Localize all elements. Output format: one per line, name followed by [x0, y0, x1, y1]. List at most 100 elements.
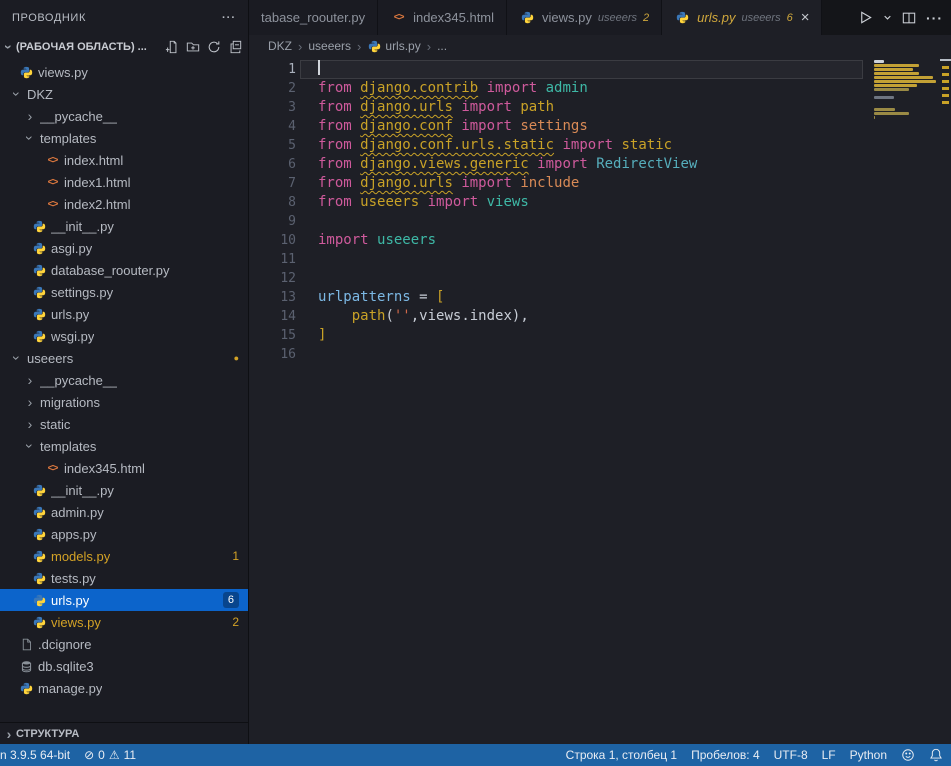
indentation[interactable]: Пробелов: 4: [691, 748, 760, 762]
explorer-sidebar: ПРОВОДНИК ··· › (РАБОЧАЯ ОБЛАСТЬ) ... vi…: [0, 0, 249, 744]
tab-index345.html[interactable]: <>index345.html: [378, 0, 507, 35]
language-mode[interactable]: Python: [850, 748, 887, 762]
tree-file-database_roouter.py[interactable]: database_roouter.py: [0, 259, 248, 281]
breadcrumb-item-urls.py[interactable]: urls.py: [367, 39, 420, 53]
error-icon: ⊘: [84, 748, 94, 762]
python-icon: [31, 484, 48, 497]
tree-file-tests.py[interactable]: tests.py: [0, 567, 248, 589]
encoding[interactable]: UTF-8: [774, 748, 808, 762]
tree-folder-templates[interactable]: ›templates: [0, 127, 248, 149]
new-folder-icon[interactable]: [186, 40, 200, 54]
feedback-icon[interactable]: [901, 748, 915, 762]
tab-urls.py[interactable]: urls.pyuseeers6×: [662, 0, 822, 35]
minimap[interactable]: [874, 60, 938, 123]
file-name: apps.py: [51, 527, 97, 542]
eol[interactable]: LF: [822, 748, 836, 762]
run-dropdown-icon[interactable]: [883, 13, 892, 22]
tree-folder-useeers[interactable]: ›useeers●: [0, 347, 248, 369]
tree-file-db.sqlite3[interactable]: db.sqlite3: [0, 655, 248, 677]
code-token: ]: [318, 327, 326, 343]
code-line-3: 3from django.urls import path: [249, 98, 951, 117]
tab-tabase_roouter.py[interactable]: tabase_roouter.py: [249, 0, 378, 35]
chevron-right-icon: ›: [23, 109, 37, 123]
tree-file-apps.py[interactable]: apps.py: [0, 523, 248, 545]
breadcrumb-item-...[interactable]: ...: [437, 39, 447, 53]
python-icon: [31, 528, 48, 541]
tree-file-urls.py[interactable]: urls.py: [0, 303, 248, 325]
code-line-6: 6from django.views.generic import Redire…: [249, 155, 951, 174]
tree-file-index.html[interactable]: <>index.html: [0, 149, 248, 171]
python-icon: [367, 40, 381, 53]
ruler-warning-mark: [942, 66, 949, 69]
ruler-warning-mark: [942, 101, 949, 104]
minimap-line: [874, 84, 917, 87]
minimap-line: [874, 116, 875, 119]
code-token: urlpatterns: [318, 289, 411, 305]
code-editor[interactable]: 12from django.contrib import admin3from …: [249, 57, 951, 744]
python-interpreter[interactable]: n 3.9.5 64-bit: [0, 748, 70, 762]
line-text: import useeers: [318, 231, 436, 250]
tree-file-models.py[interactable]: models.py1: [0, 545, 248, 567]
tree-file-index2.html[interactable]: <>index2.html: [0, 193, 248, 215]
file-name: db.sqlite3: [38, 659, 94, 674]
tree-folder-DKZ[interactable]: ›DKZ: [0, 83, 248, 105]
file-name: admin.py: [51, 505, 104, 520]
tree-file-index345.html[interactable]: <>index345.html: [0, 457, 248, 479]
editor-actions: ···: [858, 0, 943, 35]
tree-file-manage.py[interactable]: manage.py: [0, 677, 248, 699]
tree-folder-__pycache__[interactable]: ›__pycache__: [0, 105, 248, 127]
file-name: views.py: [51, 615, 101, 630]
code-token: import: [428, 194, 479, 210]
tree-file-views.py[interactable]: views.py: [0, 61, 248, 83]
breadcrumb-item-DKZ[interactable]: DKZ: [268, 39, 292, 53]
tree-folder-templates[interactable]: ›templates: [0, 435, 248, 457]
breadcrumb-label: useeers: [308, 39, 351, 53]
tree-file-admin.py[interactable]: admin.py: [0, 501, 248, 523]
problems-indicator[interactable]: ⊘ 0 ⚠ 11: [84, 748, 136, 762]
chevron-right-icon: ›: [23, 373, 37, 387]
workspace-section-header[interactable]: › (РАБОЧАЯ ОБЛАСТЬ) ...: [0, 35, 248, 59]
breadcrumb-item-useeers[interactable]: useeers: [308, 39, 351, 53]
bell-icon[interactable]: [929, 748, 943, 762]
tree-file-index1.html[interactable]: <>index1.html: [0, 171, 248, 193]
panel-more-icon[interactable]: ···: [222, 12, 236, 24]
minimap-line: [874, 72, 919, 75]
breadcrumb-label: ...: [437, 39, 447, 53]
outline-section-header[interactable]: › СТРУКТУРА: [0, 722, 248, 744]
cursor-position[interactable]: Строка 1, столбец 1: [566, 748, 677, 762]
file-name: templates: [40, 439, 96, 454]
python-icon: [31, 330, 48, 343]
tree-file-views.py[interactable]: views.py2: [0, 611, 248, 633]
tree-file-__init__.py[interactable]: __init__.py: [0, 479, 248, 501]
more-actions-icon[interactable]: ···: [926, 10, 943, 26]
tab-list: tabase_roouter.py<>index345.htmlviews.py…: [249, 0, 822, 35]
refresh-icon[interactable]: [207, 40, 221, 54]
tab-views.py[interactable]: views.pyuseeers2: [507, 0, 662, 35]
tree-file-.dcignore[interactable]: .dcignore: [0, 633, 248, 655]
tree-file-wsgi.py[interactable]: wsgi.py: [0, 325, 248, 347]
chevron-right-icon: ›: [23, 417, 37, 431]
tree-folder-static[interactable]: ›static: [0, 413, 248, 435]
tree-file-settings.py[interactable]: settings.py: [0, 281, 248, 303]
minimap-line: [874, 68, 913, 71]
code-line-12: 12: [249, 269, 951, 288]
code-token: [529, 156, 537, 172]
workspace-label: (РАБОЧАЯ ОБЛАСТЬ) ...: [16, 41, 147, 53]
code-token: from: [318, 118, 360, 134]
split-editor-icon[interactable]: [902, 11, 916, 25]
run-icon[interactable]: [858, 10, 873, 25]
file-name: index1.html: [64, 175, 130, 190]
tree-folder-__pycache__[interactable]: ›__pycache__: [0, 369, 248, 391]
tree-file-urls.py[interactable]: urls.py6: [0, 589, 248, 611]
line-text: from django.conf.urls.static import stat…: [318, 136, 672, 155]
python-icon: [31, 616, 48, 629]
close-icon[interactable]: ×: [801, 10, 810, 25]
panel-title: ПРОВОДНИК: [12, 12, 86, 24]
new-file-icon[interactable]: [165, 40, 179, 54]
tree-folder-migrations[interactable]: ›migrations: [0, 391, 248, 413]
tree-file-asgi.py[interactable]: asgi.py: [0, 237, 248, 259]
tree-file-__init__.py[interactable]: __init__.py: [0, 215, 248, 237]
collapse-all-icon[interactable]: [228, 40, 242, 54]
code-token: ),: [512, 308, 529, 324]
tab-bar: tabase_roouter.py<>index345.htmlviews.py…: [249, 0, 951, 35]
